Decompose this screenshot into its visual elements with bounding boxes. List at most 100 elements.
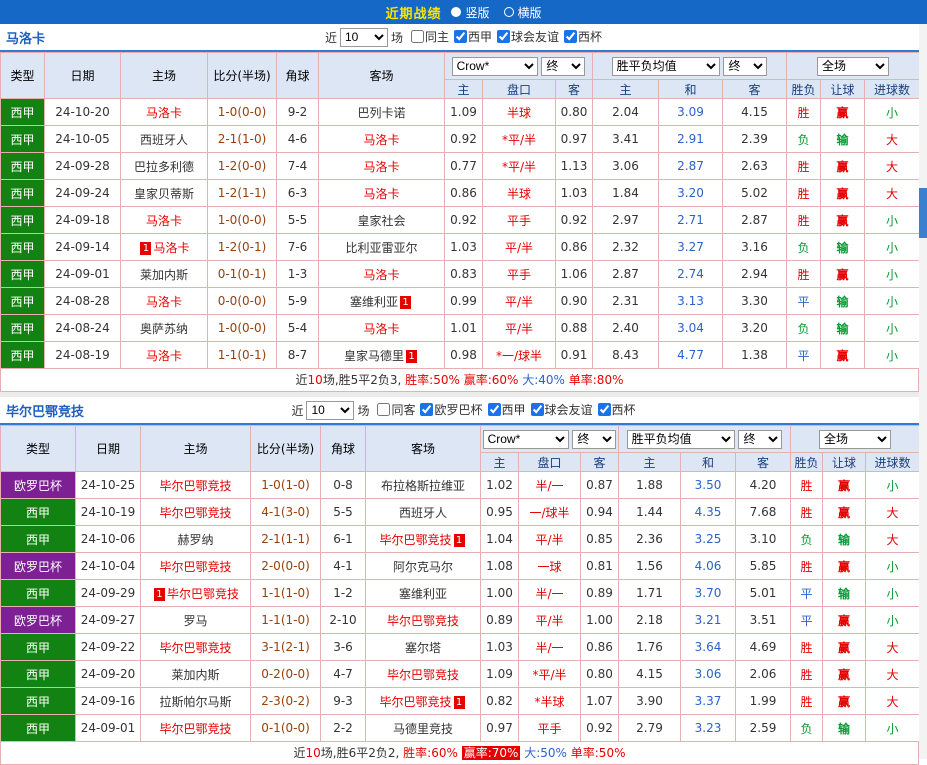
cell-odds-away: 0.80 xyxy=(554,98,594,126)
cell-handicap: 半/一 xyxy=(518,471,581,499)
team-name: 马洛卡 xyxy=(363,267,400,282)
cell-goals-result: 小 xyxy=(864,98,921,126)
filter-checkbox[interactable] xyxy=(410,30,424,43)
cell-home-team: 莱加内斯 xyxy=(140,660,251,688)
radio-horizontal-layout[interactable]: 横版 xyxy=(503,4,542,21)
scope-select[interactable]: 全场 xyxy=(817,56,890,76)
cell-goals-result: 小 xyxy=(865,471,921,499)
radio-unselected-icon[interactable] xyxy=(503,7,514,17)
avg-stage-select[interactable]: 终 xyxy=(738,429,783,449)
avg-odds-select[interactable]: 胜平负均值 xyxy=(626,429,735,449)
cell-corners: 7-4 xyxy=(276,152,319,180)
cell-1x2-away: 1.38 xyxy=(722,341,788,369)
cell-goals-result: 大 xyxy=(865,660,921,688)
cell-league: 西甲 xyxy=(0,314,45,342)
cell-league: 西甲 xyxy=(0,179,45,207)
filter-option[interactable]: 球会友谊 xyxy=(497,28,559,45)
filter-checkbox[interactable] xyxy=(497,30,511,43)
bookmaker-select[interactable]: Crow* xyxy=(482,429,569,449)
cell-1x2-away: 4.69 xyxy=(735,633,792,661)
cell-handicap-result: 输 xyxy=(820,287,866,315)
recent-count-select[interactable]: 10 xyxy=(339,27,388,47)
avg-stage-select[interactable]: 终 xyxy=(723,56,768,76)
team-name: 罗马 xyxy=(183,613,208,628)
filter-option[interactable]: 同客 xyxy=(377,401,415,418)
filter-checkbox[interactable] xyxy=(454,30,467,43)
col-date: 日期 xyxy=(44,52,121,99)
filter-checkbox[interactable] xyxy=(597,403,611,416)
cell-away-team: 马洛卡 xyxy=(318,125,445,153)
avg-odds-select[interactable]: 胜平负均值 xyxy=(611,56,720,76)
handicap-stage-select[interactable]: 终 xyxy=(572,429,617,449)
handicap-stage-select[interactable]: 终 xyxy=(541,56,586,76)
cell-handicap: *平/半 xyxy=(482,152,556,180)
cell-1x2-home: 2.40 xyxy=(592,314,660,342)
filter-option[interactable]: 球会友谊 xyxy=(530,401,593,418)
sub-home-odds: 主 xyxy=(480,452,519,472)
red-card-badge: 1 xyxy=(406,349,417,363)
filter-checkbox[interactable] xyxy=(377,403,391,416)
cell-corners: 7-6 xyxy=(276,233,319,261)
sub-home-odds: 主 xyxy=(444,79,483,99)
cell-odds-home: 1.03 xyxy=(444,233,483,261)
cell-home-team: 巴拉多利德 xyxy=(120,152,208,180)
scope-select[interactable]: 全场 xyxy=(819,429,892,449)
summary-segment: 10 xyxy=(307,373,323,387)
cell-corners: 5-5 xyxy=(276,206,319,234)
cell-odds-home: 0.97 xyxy=(480,714,519,742)
summary-segment: 胜率:60% xyxy=(403,746,458,760)
summary-segment: 场,胜5平2负3, xyxy=(322,373,406,387)
cell-away-team: 马洛卡 xyxy=(318,314,445,342)
filter-option[interactable]: 同主 xyxy=(410,28,449,45)
cell-handicap-result: 输 xyxy=(820,125,866,153)
filter-checkbox[interactable] xyxy=(564,30,578,43)
cell-league: 西甲 xyxy=(0,687,76,715)
games-unit-label: 场 xyxy=(390,30,403,45)
cell-away-team: 毕尔巴鄂竞技 1 xyxy=(365,525,481,553)
team-name: 毕尔巴鄂竞技 xyxy=(159,478,232,493)
radio-vertical-layout[interactable]: 竖版 xyxy=(451,4,490,21)
cell-handicap-result: 赢 xyxy=(820,152,866,180)
cell-1x2-away: 4.20 xyxy=(735,471,792,499)
scrollbar-thumb[interactable] xyxy=(919,188,927,238)
summary-segment: 大:50% xyxy=(520,746,567,760)
cell-league: 西甲 xyxy=(0,525,76,553)
cell-1x2-draw: 3.50 xyxy=(680,471,737,499)
recent-count-select[interactable]: 10 xyxy=(306,400,355,420)
cell-score: 1-1(0-1) xyxy=(207,341,277,369)
filter-option[interactable]: 西杯 xyxy=(597,401,636,418)
filter-option[interactable]: 欧罗巴杯 xyxy=(420,401,483,418)
cell-odds-away: 0.85 xyxy=(579,525,620,553)
bookmaker-select[interactable]: Crow* xyxy=(451,56,538,76)
radio-selected-icon[interactable] xyxy=(451,7,462,17)
filter-checkbox[interactable] xyxy=(530,403,544,416)
cell-score: 1-2(1-1) xyxy=(207,179,277,207)
scrollbar-track[interactable] xyxy=(919,24,927,759)
cell-home-team: 1 马洛卡 xyxy=(120,233,208,261)
team-name: 马洛卡 xyxy=(153,240,190,255)
cell-1x2-home: 2.97 xyxy=(592,206,660,234)
cell-1x2-draw: 3.21 xyxy=(680,606,737,634)
filter-checkbox[interactable] xyxy=(420,403,434,416)
cell-handicap: *平/半 xyxy=(518,660,581,688)
cell-odds-away: 1.06 xyxy=(554,260,594,288)
cell-result: 负 xyxy=(790,714,824,742)
cell-handicap-result: 赢 xyxy=(820,98,866,126)
near-label: 近 xyxy=(291,403,304,418)
cell-1x2-away: 5.01 xyxy=(735,579,792,607)
team-name: 毕尔巴鄂竞技 xyxy=(159,721,232,736)
filter-option[interactable]: 西杯 xyxy=(564,28,602,45)
filter-checkbox[interactable] xyxy=(487,403,501,416)
col-date: 日期 xyxy=(75,425,141,472)
cell-goals-result: 小 xyxy=(864,233,921,261)
cell-1x2-draw: 2.91 xyxy=(658,125,724,153)
filter-option[interactable]: 西甲 xyxy=(454,28,492,45)
filter-option[interactable]: 西甲 xyxy=(487,401,526,418)
col-corner: 角球 xyxy=(320,425,366,472)
cell-odds-home: 0.99 xyxy=(444,287,483,315)
cell-date: 24-10-05 xyxy=(44,125,121,153)
cell-handicap: 平手 xyxy=(482,260,556,288)
cell-result: 胜 xyxy=(790,660,824,688)
team-name: 奥萨苏纳 xyxy=(139,321,188,336)
cell-goals-result: 小 xyxy=(864,260,921,288)
